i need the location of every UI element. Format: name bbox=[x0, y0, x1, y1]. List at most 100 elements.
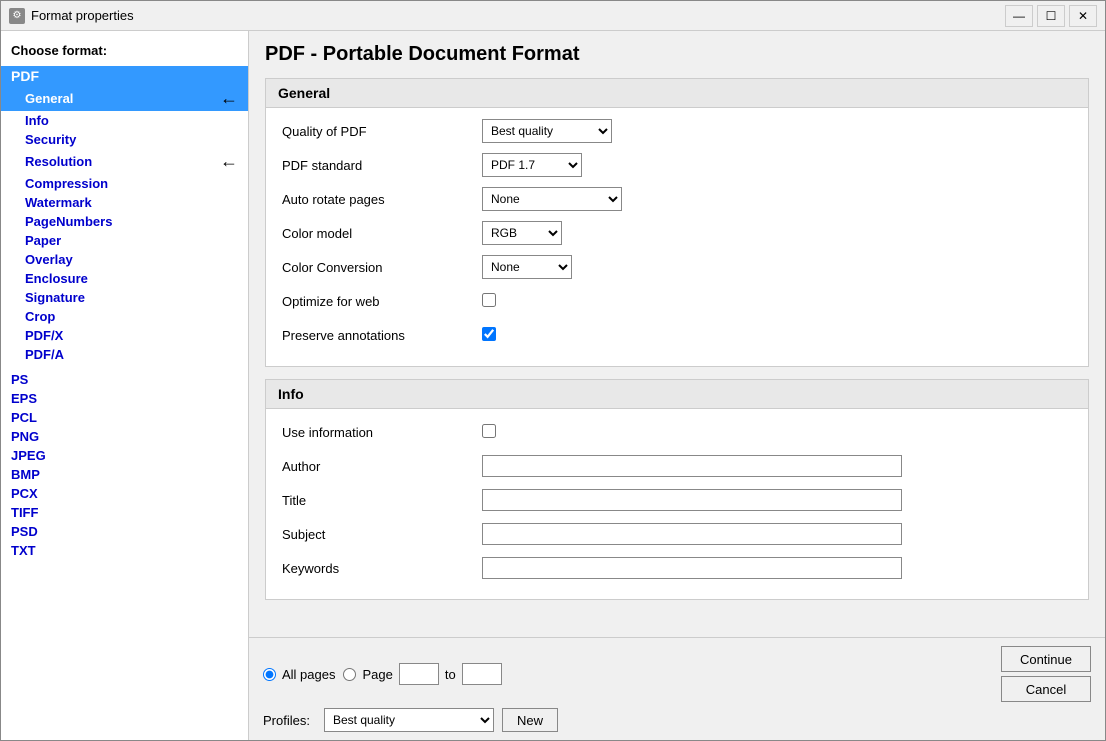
page-range-radio[interactable] bbox=[343, 668, 356, 681]
use-info-control bbox=[482, 424, 682, 441]
continue-button[interactable]: Continue bbox=[1001, 646, 1091, 672]
sidebar-item-tiff[interactable]: TIFF bbox=[1, 503, 248, 522]
pdf-standard-select[interactable]: PDF 1.7 PDF 1.6 PDF 1.5 PDF 1.4 PDF/A bbox=[482, 153, 582, 177]
content-scroll[interactable]: PDF - Portable Document Format General Q… bbox=[249, 31, 1105, 637]
all-pages-label: All pages bbox=[282, 667, 335, 682]
general-section-header: General bbox=[266, 79, 1088, 108]
sidebar-item-enclosure[interactable]: Enclosure bbox=[1, 269, 248, 288]
sidebar-item-crop[interactable]: Crop bbox=[1, 307, 248, 326]
keywords-label: Keywords bbox=[282, 561, 482, 576]
pdf-standard-row: PDF standard PDF 1.7 PDF 1.6 PDF 1.5 PDF… bbox=[282, 152, 1072, 178]
new-button[interactable]: New bbox=[502, 708, 558, 732]
sidebar-item-watermark[interactable]: Watermark bbox=[1, 193, 248, 212]
all-pages-group: All pages bbox=[263, 667, 335, 682]
title-control bbox=[482, 489, 682, 511]
sidebar-item-pdf[interactable]: PDF bbox=[1, 66, 248, 86]
maximize-button[interactable]: ☐ bbox=[1037, 5, 1065, 27]
sidebar-item-compression[interactable]: Compression bbox=[1, 174, 248, 193]
color-model-control: RGB CMYK Grayscale bbox=[482, 221, 682, 245]
color-conversion-select[interactable]: None sRGB AdobeRGB bbox=[482, 255, 572, 279]
window: ⚙ Format properties — ☐ ✕ Choose format:… bbox=[0, 0, 1106, 741]
sidebar-item-png[interactable]: PNG bbox=[1, 427, 248, 446]
sidebar-item-psd[interactable]: PSD bbox=[1, 522, 248, 541]
window-title: Format properties bbox=[31, 8, 1005, 23]
auto-rotate-control: None All PageByPage bbox=[482, 187, 682, 211]
color-model-row: Color model RGB CMYK Grayscale bbox=[282, 220, 1072, 246]
page-to-input[interactable] bbox=[462, 663, 502, 685]
auto-rotate-row: Auto rotate pages None All PageByPage bbox=[282, 186, 1072, 212]
optimize-checkbox[interactable] bbox=[482, 293, 496, 307]
sidebar-item-info[interactable]: Info bbox=[1, 111, 248, 130]
sidebar-item-resolution[interactable]: Resolution ← bbox=[1, 149, 248, 174]
sidebar-item-paper[interactable]: Paper bbox=[1, 231, 248, 250]
action-buttons: Continue Cancel bbox=[1001, 646, 1091, 702]
sidebar-item-pcx[interactable]: PCX bbox=[1, 484, 248, 503]
author-label: Author bbox=[282, 459, 482, 474]
subject-control bbox=[482, 523, 682, 545]
info-section-header: Info bbox=[266, 380, 1088, 409]
general-section: General Quality of PDF Best quality High… bbox=[265, 78, 1089, 367]
color-model-select[interactable]: RGB CMYK Grayscale bbox=[482, 221, 562, 245]
sidebar-item-ps[interactable]: PS bbox=[1, 370, 248, 389]
author-control bbox=[482, 455, 682, 477]
info-section: Info Use information Author bbox=[265, 379, 1089, 600]
pages-row: All pages Page to Continue Cancel bbox=[263, 646, 1091, 702]
close-button[interactable]: ✕ bbox=[1069, 5, 1097, 27]
sidebar-header: Choose format: bbox=[1, 39, 248, 66]
pdf-standard-control: PDF 1.7 PDF 1.6 PDF 1.5 PDF 1.4 PDF/A bbox=[482, 153, 682, 177]
sidebar-item-eps[interactable]: EPS bbox=[1, 389, 248, 408]
preserve-annotations-label: Preserve annotations bbox=[282, 328, 482, 343]
keywords-control bbox=[482, 557, 682, 579]
color-conversion-control: None sRGB AdobeRGB bbox=[482, 255, 682, 279]
keywords-row: Keywords bbox=[282, 555, 1072, 581]
sidebar-item-overlay[interactable]: Overlay bbox=[1, 250, 248, 269]
sidebar-item-pagenumbers[interactable]: PageNumbers bbox=[1, 212, 248, 231]
profiles-label: Profiles: bbox=[263, 713, 310, 728]
sidebar-item-general[interactable]: General ← bbox=[1, 86, 248, 111]
author-input[interactable] bbox=[482, 455, 902, 477]
use-info-checkbox[interactable] bbox=[482, 424, 496, 438]
preserve-annotations-control bbox=[482, 327, 682, 344]
author-row: Author bbox=[282, 453, 1072, 479]
quality-label: Quality of PDF bbox=[282, 124, 482, 139]
sidebar-item-jpeg[interactable]: JPEG bbox=[1, 446, 248, 465]
sidebar-item-signature[interactable]: Signature bbox=[1, 288, 248, 307]
title-input[interactable] bbox=[482, 489, 902, 511]
sidebar-item-security[interactable]: Security bbox=[1, 130, 248, 149]
window-controls: — ☐ ✕ bbox=[1005, 5, 1097, 27]
general-section-body: Quality of PDF Best quality High quality… bbox=[266, 108, 1088, 366]
sidebar-item-txt[interactable]: TXT bbox=[1, 541, 248, 560]
sidebar-item-pdfa[interactable]: PDF/A bbox=[1, 345, 248, 364]
page-from-input[interactable] bbox=[399, 663, 439, 685]
subject-label: Subject bbox=[282, 527, 482, 542]
all-pages-radio[interactable] bbox=[263, 668, 276, 681]
content-area: PDF - Portable Document Format General Q… bbox=[249, 31, 1105, 740]
keywords-input[interactable] bbox=[482, 557, 902, 579]
auto-rotate-label: Auto rotate pages bbox=[282, 192, 482, 207]
cancel-button[interactable]: Cancel bbox=[1001, 676, 1091, 702]
resolution-arrow-icon: ← bbox=[220, 151, 238, 172]
sidebar-item-pcl[interactable]: PCL bbox=[1, 408, 248, 427]
main-area: Choose format: PDF General ← Info Securi… bbox=[1, 31, 1105, 740]
quality-select[interactable]: Best quality High quality Medium quality… bbox=[482, 119, 612, 143]
preserve-annotations-checkbox[interactable] bbox=[482, 327, 496, 341]
auto-rotate-select[interactable]: None All PageByPage bbox=[482, 187, 622, 211]
minimize-button[interactable]: — bbox=[1005, 5, 1033, 27]
sidebar: Choose format: PDF General ← Info Securi… bbox=[1, 31, 249, 740]
quality-control: Best quality High quality Medium quality… bbox=[482, 119, 682, 143]
sidebar-item-pdfx[interactable]: PDF/X bbox=[1, 326, 248, 345]
title-label: Title bbox=[282, 493, 482, 508]
bottom-bar: All pages Page to Continue Cancel bbox=[249, 637, 1105, 740]
profiles-select[interactable]: Best quality High quality Medium quality bbox=[324, 708, 494, 732]
quality-row: Quality of PDF Best quality High quality… bbox=[282, 118, 1072, 144]
title-row: Title bbox=[282, 487, 1072, 513]
color-conversion-label: Color Conversion bbox=[282, 260, 482, 275]
color-conversion-row: Color Conversion None sRGB AdobeRGB bbox=[282, 254, 1072, 280]
sidebar-item-bmp[interactable]: BMP bbox=[1, 465, 248, 484]
pdf-standard-label: PDF standard bbox=[282, 158, 482, 173]
subject-input[interactable] bbox=[482, 523, 902, 545]
optimize-row: Optimize for web bbox=[282, 288, 1072, 314]
profiles-row: Profiles: Best quality High quality Medi… bbox=[263, 708, 1091, 732]
title-bar: ⚙ Format properties — ☐ ✕ bbox=[1, 1, 1105, 31]
pdf-group: PDF General ← Info Security Resolution ←… bbox=[1, 66, 248, 364]
